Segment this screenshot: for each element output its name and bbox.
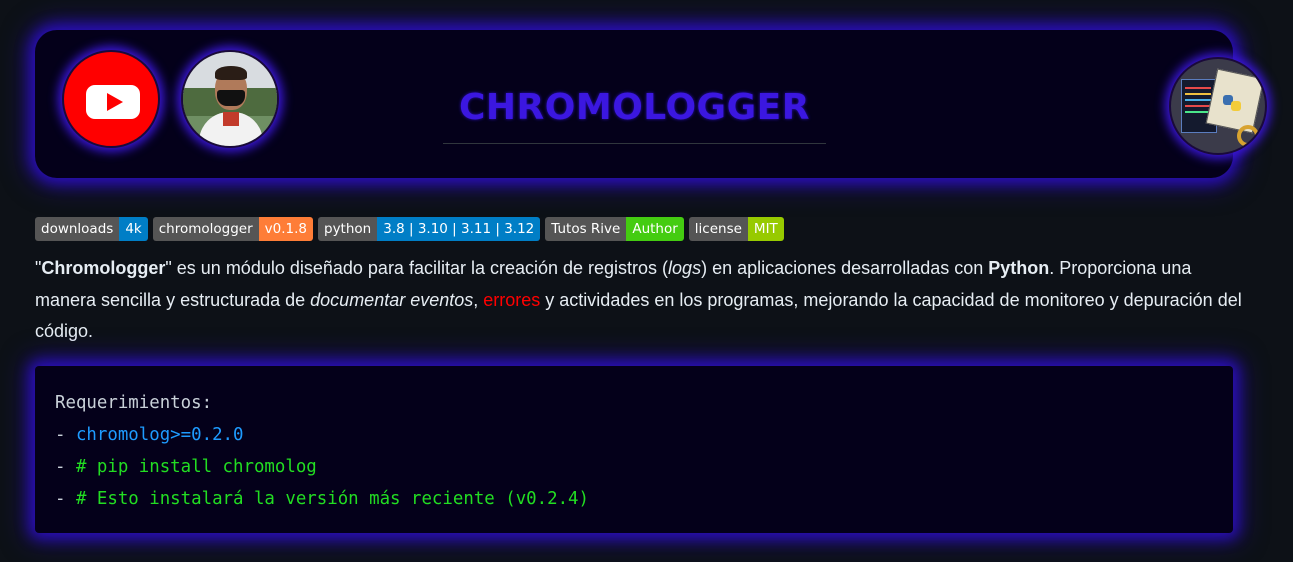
errores-term: errores	[483, 289, 541, 310]
page-title: CHROMOLOGGER	[459, 87, 810, 128]
youtube-icon[interactable]	[62, 50, 160, 148]
code-heading: Requerimientos:	[55, 393, 213, 413]
badge-label: downloads	[35, 217, 120, 241]
badge-value: MIT	[747, 217, 784, 241]
title-container: CHROMOLOGGER	[443, 78, 826, 144]
badge-value: 4k	[119, 217, 148, 241]
code-comment-install: # pip install chromolog	[75, 457, 317, 477]
badge-label: chromologger	[152, 217, 259, 241]
logs-term: logs	[668, 258, 702, 278]
python-term: Python	[988, 258, 1050, 278]
badge-value: v0.1.8	[258, 217, 313, 241]
badge-value: Author	[626, 217, 684, 241]
badge-value: 3.8 | 3.10 | 3.11 | 3.12	[377, 217, 541, 241]
chromologger-logo[interactable]	[1169, 57, 1267, 155]
module-name: Chromologger	[41, 258, 166, 278]
badge-label: python	[318, 217, 378, 241]
code-comment-version: # Esto instalará la versión más reciente…	[75, 489, 589, 509]
badge-label: license	[688, 217, 748, 241]
play-triangle-icon	[107, 93, 123, 111]
badge-downloads[interactable]: downloads 4k	[35, 217, 148, 241]
badge-python[interactable]: python 3.8 | 3.10 | 3.11 | 3.12	[318, 217, 541, 241]
header-banner: CHROMOLOGGER	[35, 30, 1267, 178]
code-block: Requerimientos: - chromolog>=0.2.0 - # p…	[35, 366, 1233, 533]
badge-license[interactable]: license MIT	[688, 217, 784, 241]
badge-author[interactable]: Tutos Rive Author	[545, 217, 684, 241]
code-requirement: chromolog>=0.2.0	[75, 425, 244, 445]
documentar-term: documentar eventos	[310, 289, 474, 310]
badge-label: Tutos Rive	[545, 217, 627, 241]
badges-row: downloads 4k chromologger v0.1.8 python …	[35, 217, 784, 241]
profile-photo[interactable]	[181, 50, 279, 148]
description-paragraph: "Chromologger" es un módulo diseñado par…	[35, 258, 1242, 341]
badge-version[interactable]: chromologger v0.1.8	[152, 217, 313, 241]
